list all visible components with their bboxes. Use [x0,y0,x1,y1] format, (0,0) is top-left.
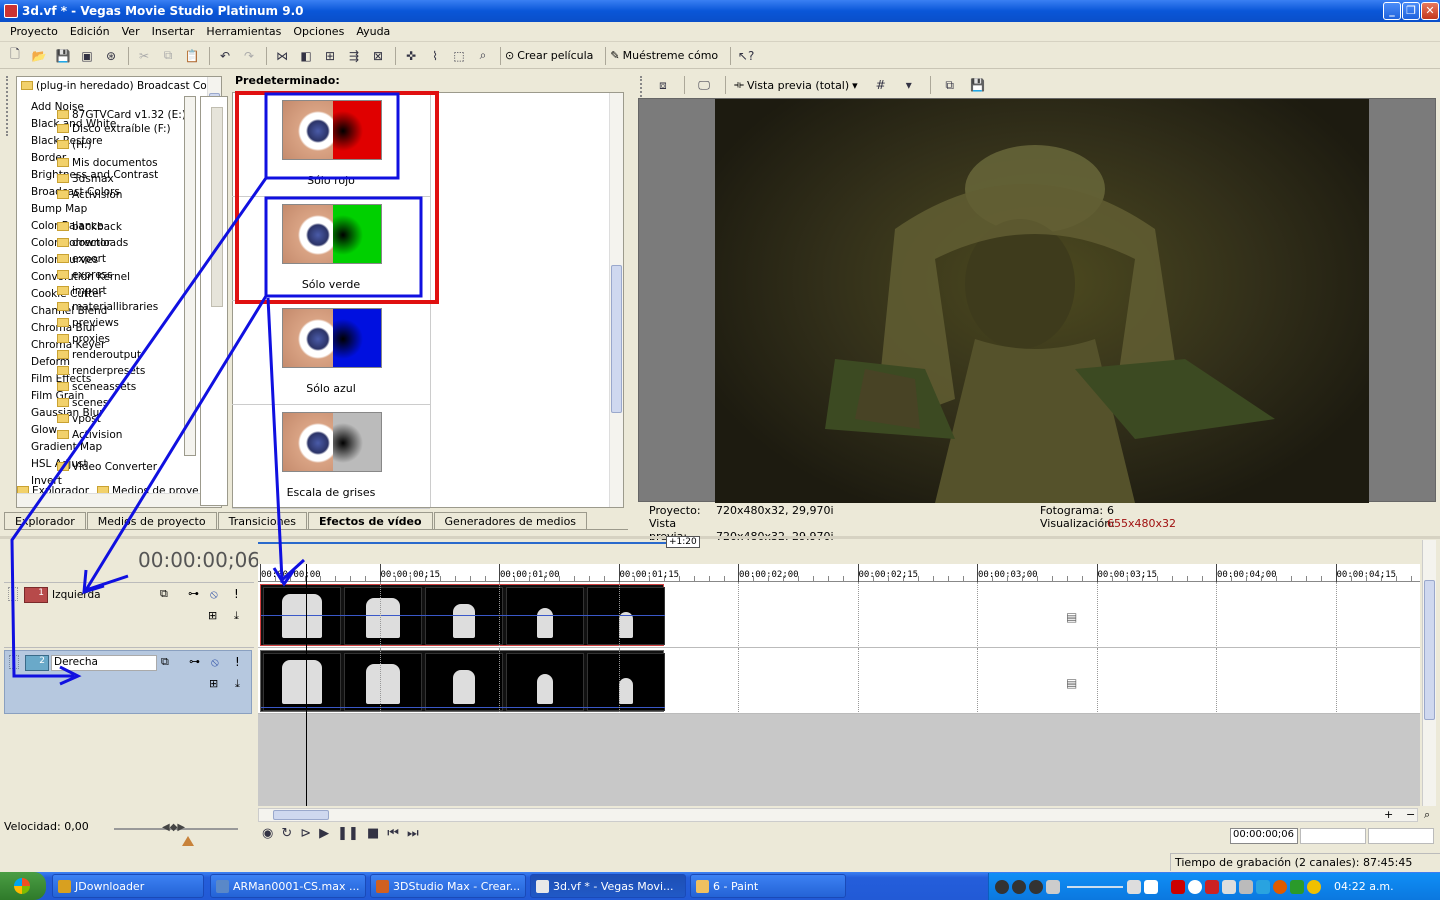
grid-line [1216,648,1217,712]
annotation-blue-box-green [264,196,423,298]
grid-line [1096,582,1098,646]
grid-line [977,648,978,712]
annotation-blue-box-red [264,92,400,180]
grid-line [1096,648,1098,712]
grid-line [379,648,381,712]
grid-line [499,582,500,646]
grid-line [1335,648,1337,712]
grid-line [1335,582,1337,646]
annotation-overlay [10,91,439,686]
grid-line [738,582,739,646]
grid-line [857,582,859,646]
grid-line [379,582,381,646]
grid-line [1216,582,1217,646]
grid-line [738,648,739,712]
grid-line [857,648,859,712]
grid-line [618,582,620,646]
grid-line [618,648,620,712]
annotation-arrow-to-izquierda [82,295,268,593]
grid-line [499,648,500,712]
grid-line [977,582,978,646]
annotation-arrow-to-clip [266,297,306,584]
annotation-arrow-to-derecha [10,177,268,678]
